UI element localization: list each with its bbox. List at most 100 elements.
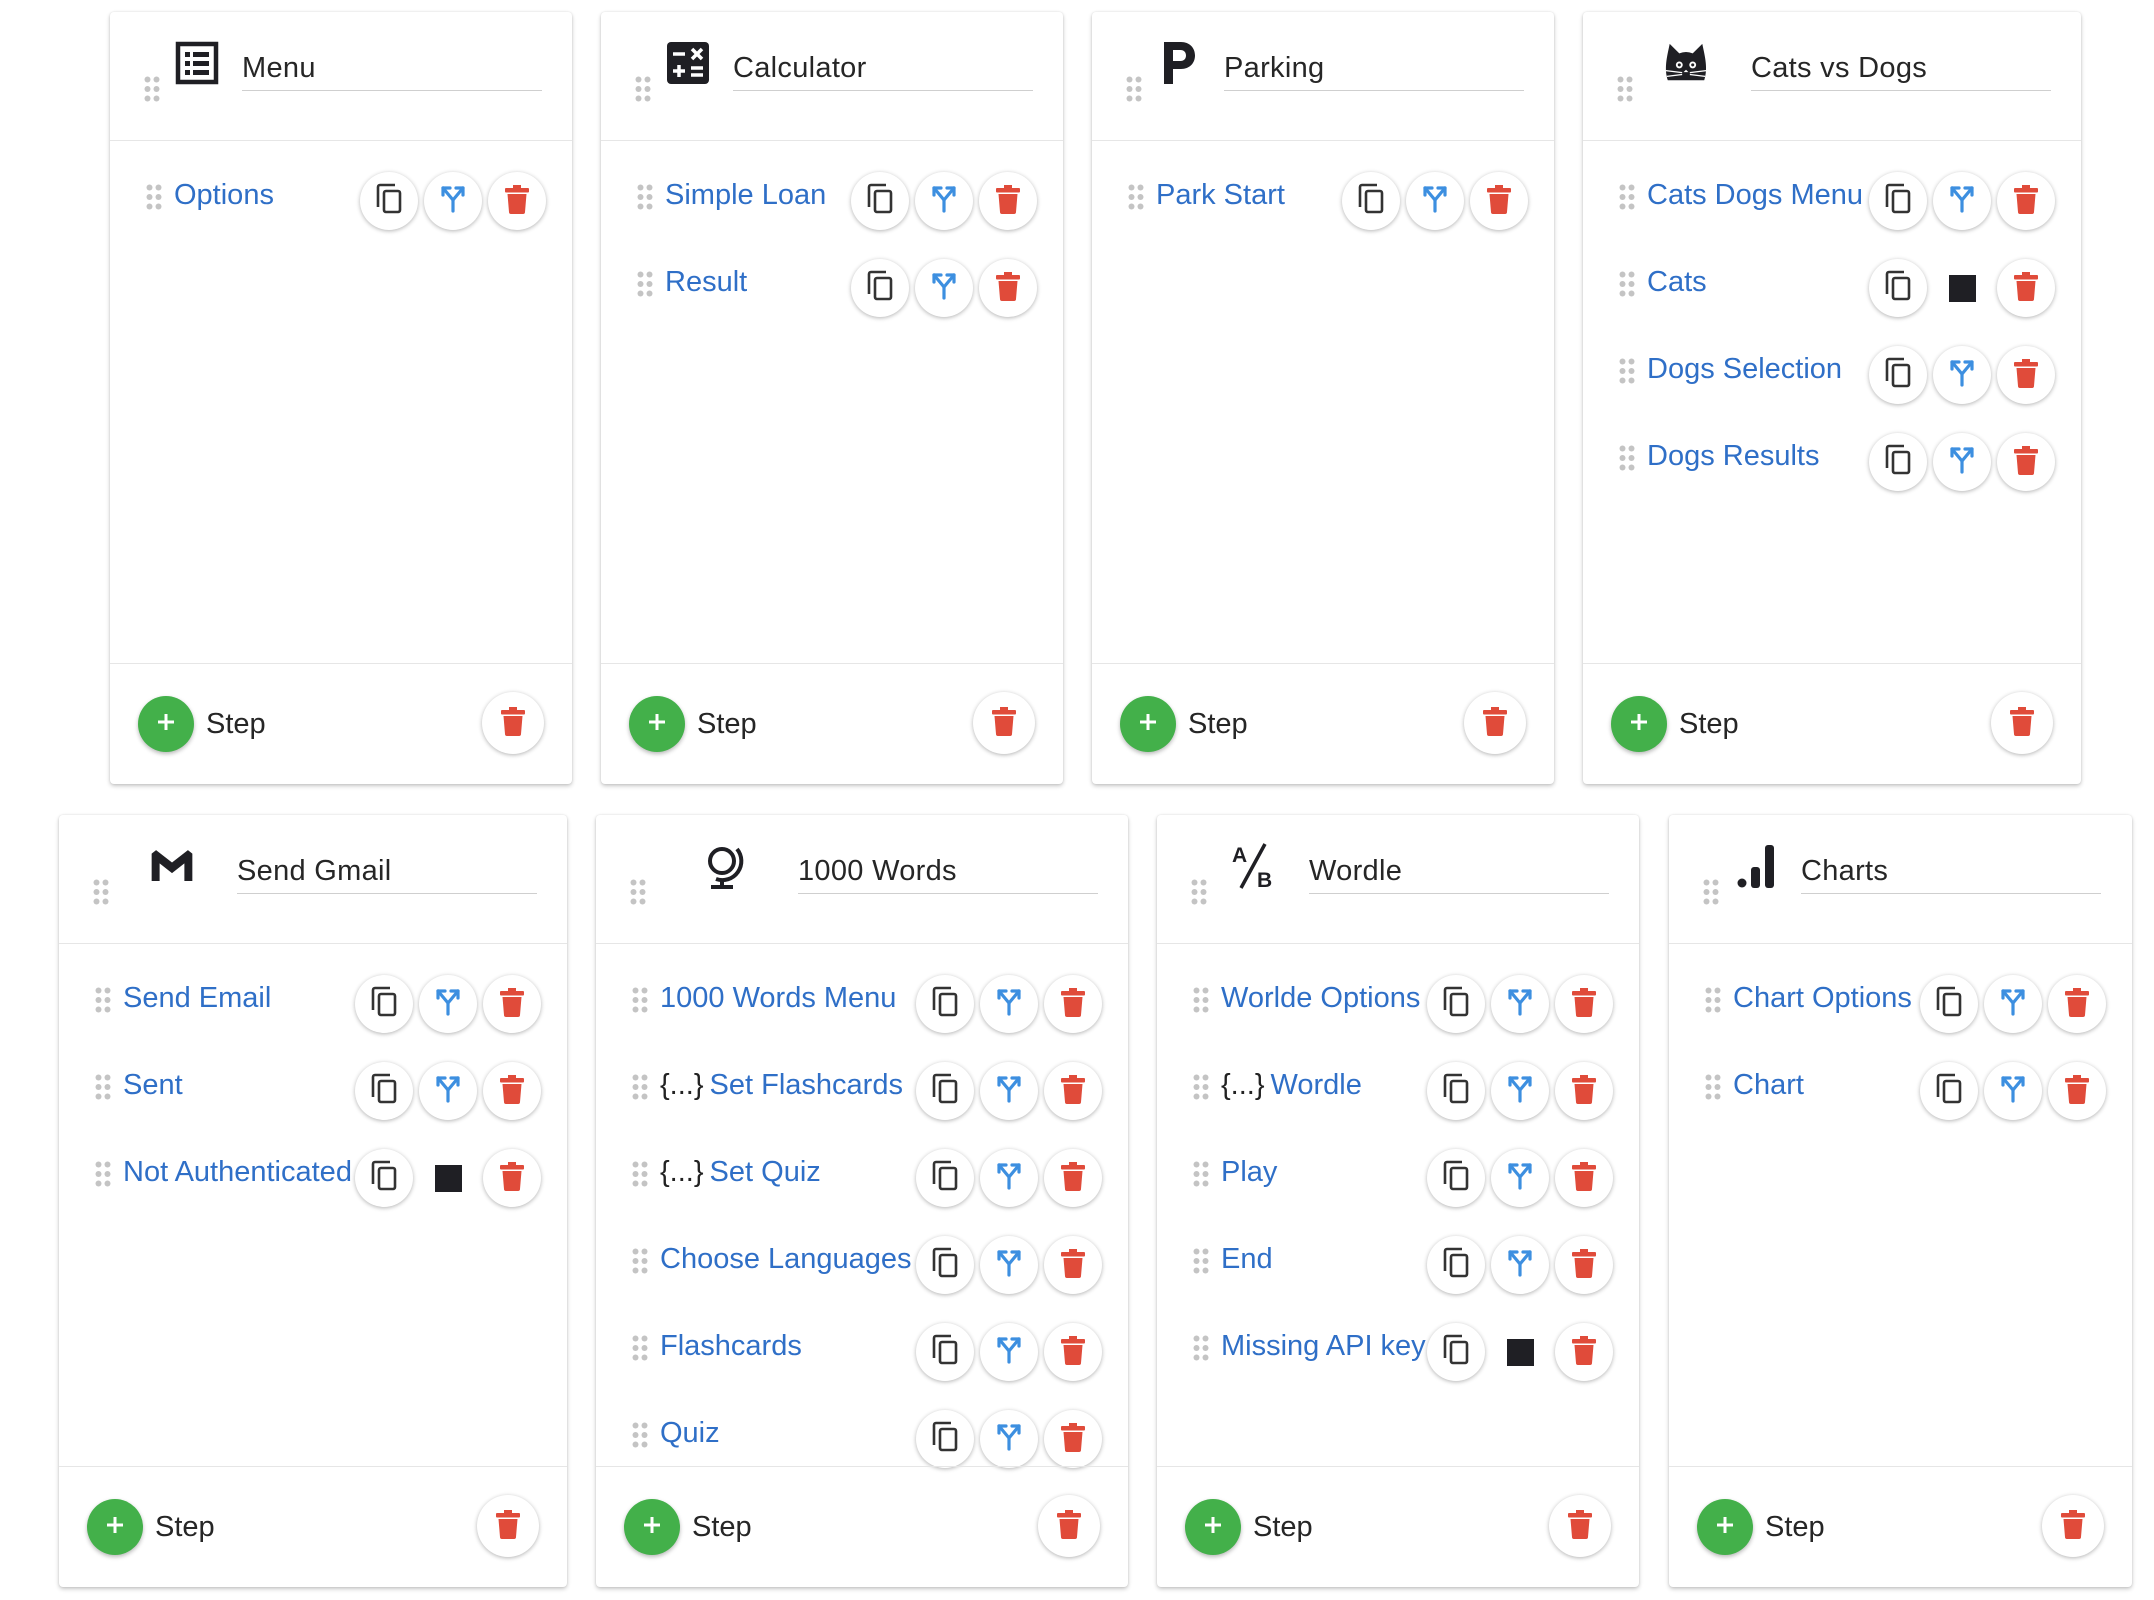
- drag-handle-icon[interactable]: [1619, 271, 1635, 302]
- drag-handle-icon[interactable]: [632, 1248, 648, 1279]
- delete-step-button[interactable]: [1555, 1236, 1613, 1294]
- delete-step-button[interactable]: [2048, 1062, 2106, 1120]
- branch-step-button[interactable]: [980, 1323, 1038, 1381]
- branch-step-button[interactable]: [1933, 346, 1991, 404]
- add-step-button[interactable]: [1611, 696, 1667, 752]
- drag-handle-icon[interactable]: [1193, 1161, 1209, 1192]
- delete-flow-button[interactable]: [973, 692, 1035, 754]
- step-link[interactable]: Cats Dogs Menu: [1647, 176, 1863, 214]
- branch-step-button[interactable]: [980, 1062, 1038, 1120]
- drag-handle-icon[interactable]: [637, 271, 653, 302]
- delete-step-button[interactable]: [979, 172, 1037, 230]
- copy-step-button[interactable]: [916, 1062, 974, 1120]
- drag-handle-icon[interactable]: [1193, 1335, 1209, 1366]
- branch-step-button[interactable]: [424, 172, 482, 230]
- flow-title-input[interactable]: 1000 Words: [798, 851, 1098, 894]
- drag-handle-icon[interactable]: [637, 184, 653, 215]
- drag-handle-icon[interactable]: [95, 987, 111, 1018]
- copy-step-button[interactable]: [1869, 259, 1927, 317]
- drag-handle-icon[interactable]: [1619, 184, 1635, 215]
- branch-step-button[interactable]: [915, 172, 973, 230]
- drag-handle-icon[interactable]: [632, 1422, 648, 1453]
- drag-handle-icon[interactable]: [1126, 76, 1142, 107]
- branch-step-button[interactable]: [1984, 1062, 2042, 1120]
- flow-title-input[interactable]: Parking: [1224, 48, 1524, 91]
- step-link[interactable]: Dogs Selection: [1647, 350, 1842, 388]
- step-link[interactable]: Flashcards: [660, 1327, 802, 1365]
- flow-title-input[interactable]: Send Gmail: [237, 851, 537, 894]
- delete-step-button[interactable]: [1044, 1323, 1102, 1381]
- branch-step-button[interactable]: [980, 1410, 1038, 1468]
- copy-step-button[interactable]: [355, 1149, 413, 1207]
- delete-step-button[interactable]: [1470, 172, 1528, 230]
- drag-handle-icon[interactable]: [630, 879, 646, 910]
- delete-step-button[interactable]: [1997, 346, 2055, 404]
- step-link[interactable]: {...} Wordle: [1221, 1066, 1362, 1104]
- delete-flow-button[interactable]: [2042, 1495, 2104, 1557]
- step-link[interactable]: End: [1221, 1240, 1273, 1278]
- drag-handle-icon[interactable]: [1193, 987, 1209, 1018]
- step-link[interactable]: Simple Loan: [665, 176, 826, 214]
- step-link[interactable]: Not Authenticated: [123, 1153, 352, 1191]
- copy-step-button[interactable]: [1920, 975, 1978, 1033]
- add-step-button[interactable]: [87, 1499, 143, 1555]
- delete-step-button[interactable]: [979, 259, 1037, 317]
- step-link[interactable]: Dogs Results: [1647, 437, 1819, 475]
- drag-handle-icon[interactable]: [1617, 76, 1633, 107]
- drag-handle-icon[interactable]: [144, 76, 160, 107]
- copy-step-button[interactable]: [916, 1410, 974, 1468]
- delete-step-button[interactable]: [1044, 1236, 1102, 1294]
- step-link[interactable]: Quiz: [660, 1414, 720, 1452]
- copy-step-button[interactable]: [1427, 1236, 1485, 1294]
- drag-handle-icon[interactable]: [95, 1161, 111, 1192]
- delete-step-button[interactable]: [1997, 259, 2055, 317]
- copy-step-button[interactable]: [1869, 172, 1927, 230]
- drag-handle-icon[interactable]: [1128, 184, 1144, 215]
- drag-handle-icon[interactable]: [1619, 358, 1635, 389]
- flow-title-input[interactable]: Charts: [1801, 851, 2101, 894]
- delete-step-button[interactable]: [1044, 975, 1102, 1033]
- delete-flow-button[interactable]: [1038, 1495, 1100, 1557]
- copy-step-button[interactable]: [1427, 1323, 1485, 1381]
- branch-step-button[interactable]: [980, 1149, 1038, 1207]
- add-step-button[interactable]: [1185, 1499, 1241, 1555]
- delete-step-button[interactable]: [1555, 975, 1613, 1033]
- flow-title-input[interactable]: Menu: [242, 48, 542, 91]
- drag-handle-icon[interactable]: [632, 1074, 648, 1105]
- branch-step-button[interactable]: [980, 1236, 1038, 1294]
- delete-step-button[interactable]: [2048, 975, 2106, 1033]
- step-link[interactable]: Chart Options: [1733, 979, 1912, 1017]
- step-link[interactable]: Cats: [1647, 263, 1707, 301]
- branch-step-button[interactable]: [1984, 975, 2042, 1033]
- copy-step-button[interactable]: [1869, 346, 1927, 404]
- drag-handle-icon[interactable]: [1705, 987, 1721, 1018]
- delete-flow-button[interactable]: [482, 692, 544, 754]
- branch-step-button[interactable]: [1491, 975, 1549, 1033]
- step-link[interactable]: Choose Languages: [660, 1240, 912, 1278]
- branch-step-button[interactable]: [1406, 172, 1464, 230]
- step-link[interactable]: {...} Set Quiz: [660, 1153, 821, 1191]
- branch-step-button[interactable]: [1491, 1236, 1549, 1294]
- branch-step-button[interactable]: [419, 1062, 477, 1120]
- copy-step-button[interactable]: [916, 1323, 974, 1381]
- step-link[interactable]: Worlde Options: [1221, 979, 1420, 1017]
- copy-step-button[interactable]: [916, 1236, 974, 1294]
- delete-step-button[interactable]: [483, 1062, 541, 1120]
- drag-handle-icon[interactable]: [632, 1161, 648, 1192]
- branch-step-button[interactable]: [980, 975, 1038, 1033]
- copy-step-button[interactable]: [360, 172, 418, 230]
- step-link[interactable]: Options: [174, 176, 274, 214]
- drag-handle-icon[interactable]: [1705, 1074, 1721, 1105]
- copy-step-button[interactable]: [1427, 975, 1485, 1033]
- drag-handle-icon[interactable]: [1703, 879, 1719, 910]
- delete-step-button[interactable]: [1044, 1149, 1102, 1207]
- delete-step-button[interactable]: [483, 1149, 541, 1207]
- drag-handle-icon[interactable]: [632, 1335, 648, 1366]
- delete-flow-button[interactable]: [477, 1495, 539, 1557]
- branch-step-button[interactable]: [1491, 1149, 1549, 1207]
- delete-step-button[interactable]: [1555, 1149, 1613, 1207]
- drag-handle-icon[interactable]: [146, 184, 162, 215]
- branch-step-button[interactable]: [915, 259, 973, 317]
- step-link[interactable]: Park Start: [1156, 176, 1285, 214]
- copy-step-button[interactable]: [916, 1149, 974, 1207]
